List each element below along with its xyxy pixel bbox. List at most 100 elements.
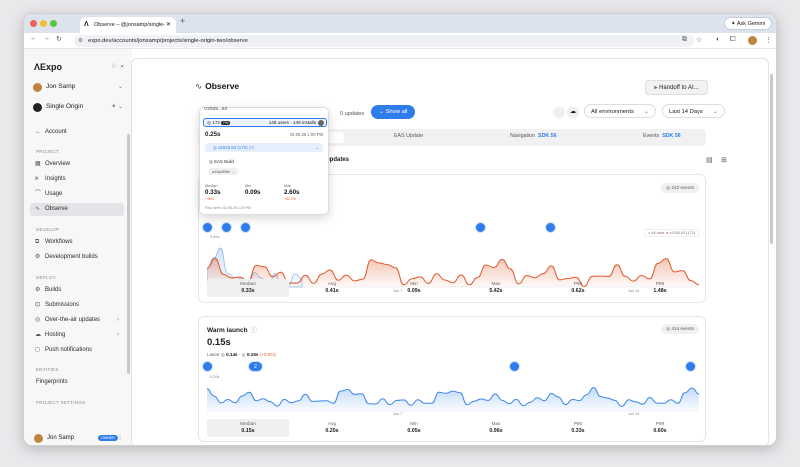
footer-user-name: Jon Samp xyxy=(47,435,75,441)
footer-user-menu[interactable]: Jon Samp OWNER ⋮ xyxy=(32,431,126,445)
reload-icon[interactable]: ↻ xyxy=(56,35,62,43)
build-hash-link[interactable]: a16a2f9fe → xyxy=(209,168,238,175)
apple-platform-icon[interactable] xyxy=(553,107,565,118)
events-count: 414 events xyxy=(671,326,694,331)
stat-value: 0.96s xyxy=(489,428,503,434)
update-marker[interactable] xyxy=(685,361,696,372)
filter-eas-update[interactable]: EAS Update xyxy=(394,133,423,139)
handoff-to-ai-button[interactable]: ⫸ Handoff to AI... xyxy=(645,80,708,95)
update-marker[interactable] xyxy=(202,222,213,233)
update-marker[interactable] xyxy=(509,361,520,372)
browser-menu-icon[interactable]: ⋮ xyxy=(765,36,772,44)
expo-logo[interactable]: ΛExpo xyxy=(34,62,62,72)
back-to-account-link[interactable]: ← Account xyxy=(30,126,124,139)
expo-logo-icon: Λ xyxy=(84,21,89,28)
bookmark-star-icon[interactable]: ☆ xyxy=(696,36,702,44)
sidebar-item-observe[interactable]: ∿ Observe xyxy=(30,203,124,216)
ask-gemini-button[interactable]: ✦ Ask Gemini xyxy=(724,17,772,30)
back-icon[interactable]: ← xyxy=(30,35,37,42)
close-window-dot[interactable] xyxy=(30,20,37,27)
maximize-window-dot[interactable] xyxy=(50,20,57,27)
filter-navigation[interactable]: Navigation SDK 56 xyxy=(510,133,557,139)
page-title-text: Observe xyxy=(205,81,240,91)
sidebar-item-builds[interactable]: ⚙ Builds xyxy=(30,284,124,297)
bell-icon[interactable]: ♢ xyxy=(111,63,117,70)
stat-min: Min 0.09s xyxy=(373,279,455,297)
sidebar-item-label: Development builds xyxy=(45,254,98,260)
close-popover-icon[interactable] xyxy=(318,120,324,126)
environment-dropdown[interactable]: All environments ⌄ xyxy=(584,104,656,118)
chevron-down-icon: ⌄ xyxy=(643,109,649,115)
sidebar-item-label: Overview xyxy=(45,161,71,167)
cloud-icon: ☁ xyxy=(35,332,41,338)
sidebar-item-workflows[interactable]: ⧉ Workflows xyxy=(30,236,124,249)
show-all-label: Show all xyxy=(385,109,408,115)
sidebar: ΛExpo ♢ ⌕ Jon Samp ⌄ Single Origin ✦ ⌄ ←… xyxy=(24,49,132,445)
popover-date: 02.06.26 1:00 PM xyxy=(289,132,323,137)
cold-stats-row: Median 0.33s Avg 0.41s Min 0.09s Max 5.42s P… xyxy=(207,279,699,297)
forward-icon[interactable]: → xyxy=(43,35,50,42)
update-marker[interactable]: 2 xyxy=(248,361,263,372)
sidebar-item-overview[interactable]: ▦ Overview xyxy=(30,158,124,171)
search-icon[interactable]: ⌕ xyxy=(120,63,124,70)
site-info-icon[interactable]: ⚙ xyxy=(78,35,83,47)
stat-label: Max xyxy=(491,422,501,427)
section-deploy: DEPLOY xyxy=(36,275,57,280)
android-platform-icon[interactable]: ☁ xyxy=(567,107,579,118)
builds-icon: ⚙ xyxy=(35,287,41,293)
screen-share-icon[interactable]: ⧉ xyxy=(682,36,687,44)
filter-events[interactable]: Events SDK 56 xyxy=(643,133,681,139)
main-scrollbar[interactable] xyxy=(770,74,773,244)
sidebar-item-usage[interactable]: ⌒ Usage xyxy=(30,188,124,201)
extension-icon[interactable]: ◐ xyxy=(716,36,720,43)
sidebar-item-fingerprints[interactable]: Fingerprints xyxy=(30,376,124,389)
url-field[interactable]: ⚙ expo.dev/accounts/jonsamp/projects/sin… xyxy=(74,35,694,47)
sidebar-scrollbar[interactable] xyxy=(127,134,130,374)
sidebar-item-ota-updates[interactable]: ◎ Over-the-air updates › xyxy=(30,314,124,327)
events-value: SDK 56 xyxy=(662,133,681,139)
popover-stat-min: Min 0.09s xyxy=(245,184,260,196)
account-selector[interactable]: Jon Samp ⌄ xyxy=(32,80,126,94)
chevron-right-icon: › xyxy=(117,317,119,323)
help-icon[interactable]: ⓘ xyxy=(251,327,258,334)
stat-max: Max 5.42s xyxy=(455,279,537,297)
browser-tab[interactable]: Λ Observe – @jonsamp/single- ✕ xyxy=(80,17,176,33)
sidebar-item-insights[interactable]: ⩙ Insights xyxy=(30,173,124,186)
bell-icon: ◻ xyxy=(35,347,40,353)
more-icon[interactable]: ⋮ xyxy=(117,431,123,445)
grid-view-icon[interactable]: ⊞ xyxy=(721,156,727,164)
show-all-button[interactable]: ⌄ Show all xyxy=(371,105,416,119)
profile-avatar[interactable] xyxy=(748,36,757,45)
logo-text: Expo xyxy=(40,62,63,72)
close-tab-icon[interactable]: ✕ xyxy=(166,17,171,33)
stat-value: 2.60s xyxy=(284,189,300,196)
minimize-window-dot[interactable] xyxy=(40,20,47,27)
sidebar-tools: ♢ ⌕ xyxy=(111,62,124,71)
update-marker[interactable] xyxy=(475,222,486,233)
project-name: Single Origin xyxy=(46,103,84,110)
popover-header[interactable]: ◎ 172 RN 148 users · 149 installs xyxy=(203,118,327,127)
warm-launch-chart xyxy=(207,386,699,412)
stat-label: Median xyxy=(240,422,256,427)
sidebar-item-hosting[interactable]: ☁ Hosting › xyxy=(30,329,124,342)
environment-value: All environments xyxy=(591,109,634,115)
popover-build-link[interactable]: ◎ v2026.63 (172) (0) → xyxy=(205,143,323,152)
pill-count: 172 xyxy=(212,120,220,125)
new-tab-icon[interactable]: + xyxy=(180,16,185,26)
stat-median: Median 0.33s xyxy=(207,279,289,297)
latest-row: Latest ◎ 0.14s · ◎ 0.15s (+0.0%) xyxy=(207,352,276,357)
update-marker[interactable] xyxy=(240,222,251,233)
sidebar-item-push-notifications[interactable]: ◻ Push notifications xyxy=(30,344,124,357)
update-marker[interactable] xyxy=(221,222,232,233)
date-range-dropdown[interactable]: Last 14 Days ⌄ xyxy=(662,104,725,118)
update-marker[interactable] xyxy=(202,361,213,372)
project-selector[interactable]: Single Origin ✦ ⌄ xyxy=(32,100,126,114)
update-marker[interactable] xyxy=(545,222,556,233)
warm-launch-value: 0.15s xyxy=(207,337,231,348)
puzzle-icon[interactable]: ⧠ xyxy=(730,36,736,44)
list-view-icon[interactable]: ▤ xyxy=(706,156,713,164)
sidebar-item-development-builds[interactable]: ⚙ Development builds xyxy=(30,251,124,264)
stat-label: Min xyxy=(410,282,418,287)
sidebar-item-submissions[interactable]: ⊡ Submissions xyxy=(30,299,124,312)
role-badge: OWNER xyxy=(98,435,118,441)
